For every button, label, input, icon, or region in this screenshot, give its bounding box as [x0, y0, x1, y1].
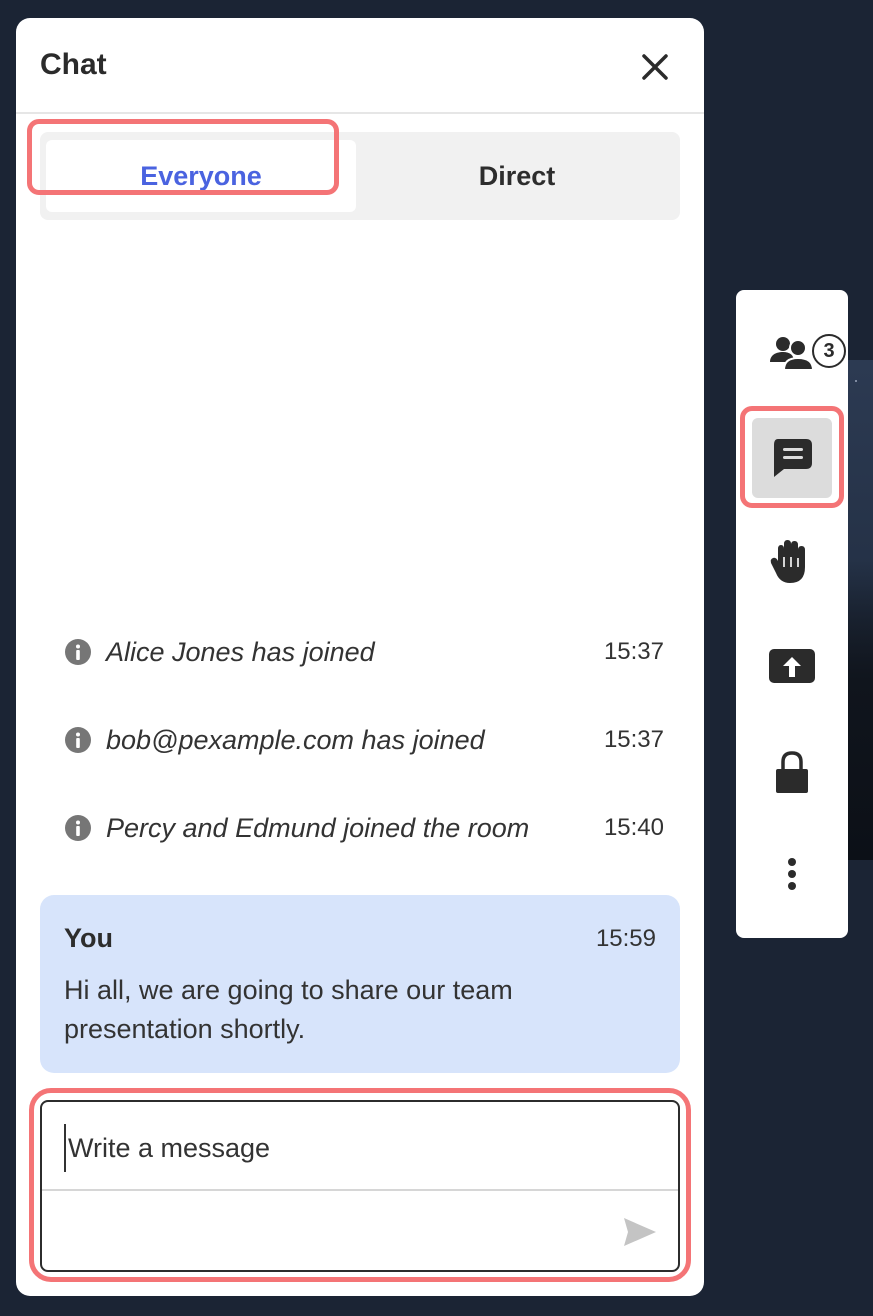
close-icon — [642, 54, 668, 80]
system-message-time: 15:37 — [603, 638, 664, 665]
system-message: Percy and Edmund joined the room 15:40 — [64, 808, 664, 848]
chat-message-bubble: You 15:59 Hi all, we are going to share … — [40, 895, 680, 1073]
message-author: You — [64, 923, 113, 953]
more-options-button[interactable] — [752, 834, 832, 914]
chat-tabs: Everyone Direct — [40, 132, 680, 220]
chat-header: Chat — [16, 18, 704, 114]
lock-button[interactable] — [752, 732, 832, 812]
chat-icon — [774, 439, 812, 477]
system-message-text: Percy and Edmund joined the room — [106, 812, 530, 843]
info-icon — [65, 727, 91, 753]
participants-button[interactable]: 3 — [752, 312, 846, 392]
system-message: Alice Jones has joined 15:37 — [64, 632, 664, 672]
participants-count-badge: 3 — [812, 334, 846, 368]
side-toolbar: 3 — [736, 290, 848, 938]
message-input[interactable] — [64, 1124, 648, 1172]
system-message-text: bob@pexample.com has joined — [106, 724, 485, 755]
message-composer — [40, 1100, 680, 1272]
tab-direct[interactable]: Direct — [362, 140, 672, 212]
system-message: bob@pexample.com has joined 15:37 — [64, 720, 664, 760]
system-message-text: Alice Jones has joined — [106, 636, 375, 667]
raise-hand-icon — [770, 540, 805, 583]
participants-icon — [770, 337, 815, 371]
chat-button[interactable] — [752, 418, 832, 498]
lock-icon — [776, 751, 808, 793]
info-icon — [65, 639, 91, 665]
message-text: Hi all, we are going to share our team p… — [64, 975, 513, 1044]
info-icon — [65, 815, 91, 841]
more-icon — [788, 858, 796, 890]
system-message-time: 15:40 — [603, 814, 664, 841]
share-screen-button[interactable] — [752, 626, 832, 706]
composer-divider — [42, 1189, 678, 1191]
tab-everyone[interactable]: Everyone — [46, 140, 356, 212]
chat-panel: Chat Everyone Direct Alice Jones has joi… — [16, 18, 704, 1296]
raise-hand-button[interactable] — [752, 522, 832, 602]
send-button[interactable] — [620, 1214, 660, 1250]
share-screen-icon — [769, 649, 815, 683]
close-button[interactable] — [632, 44, 678, 90]
message-time: 15:59 — [595, 925, 656, 952]
send-icon — [624, 1218, 656, 1246]
system-message-time: 15:37 — [603, 726, 664, 753]
chat-title: Chat — [40, 48, 107, 81]
